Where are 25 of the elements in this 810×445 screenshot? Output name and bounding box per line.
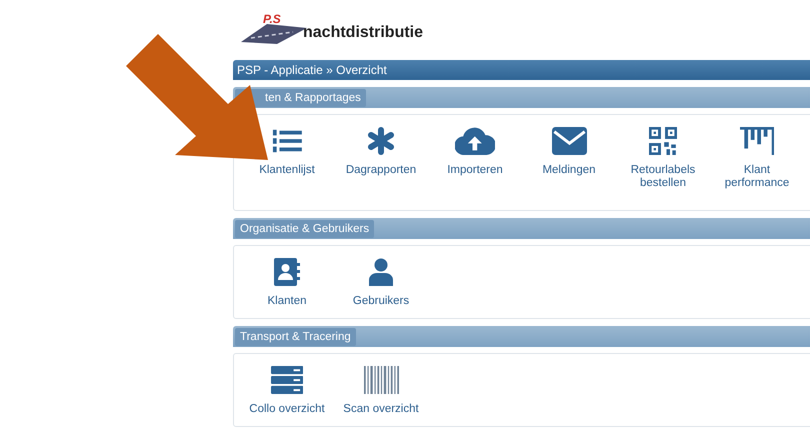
- tile-label[interactable]: Klantenlijst: [259, 164, 315, 177]
- section-title: Transport & Tracering: [235, 328, 356, 346]
- qr-code-icon[interactable]: [649, 127, 677, 155]
- numbered-list-icon[interactable]: [272, 127, 302, 155]
- tile-label[interactable]: Klanten: [267, 295, 306, 308]
- tile-label[interactable]: Meldingen: [542, 164, 596, 177]
- section-title: Organisatie & Gebruikers: [235, 220, 374, 238]
- asterisk-icon[interactable]: [368, 127, 394, 155]
- tile-label[interactable]: Importeren: [447, 164, 503, 177]
- tile-label[interactable]: Dagrapporten: [346, 164, 416, 177]
- tile-label[interactable]: Collo overzicht: [249, 403, 325, 416]
- breadcrumb[interactable]: PSP - Applicatie » Overzicht: [237, 63, 387, 77]
- tile-label[interactable]: Retourlabels bestellen: [618, 164, 708, 190]
- address-book-icon[interactable]: [274, 258, 300, 286]
- server-stack-icon[interactable]: [270, 366, 304, 394]
- user-icon[interactable]: [369, 258, 393, 286]
- tile-label[interactable]: Klant performance: [712, 164, 802, 190]
- envelope-icon[interactable]: [552, 127, 586, 155]
- cloud-upload-icon[interactable]: [455, 127, 495, 155]
- logo-text: P.S: [263, 12, 281, 26]
- tile-label[interactable]: Scan overzicht: [343, 403, 419, 416]
- tile-label[interactable]: Gebruikers: [352, 295, 410, 308]
- bar-chart-icon[interactable]: [740, 127, 774, 155]
- brand-name: nachtdistributie: [303, 24, 424, 42]
- barcode-icon[interactable]: [364, 366, 398, 394]
